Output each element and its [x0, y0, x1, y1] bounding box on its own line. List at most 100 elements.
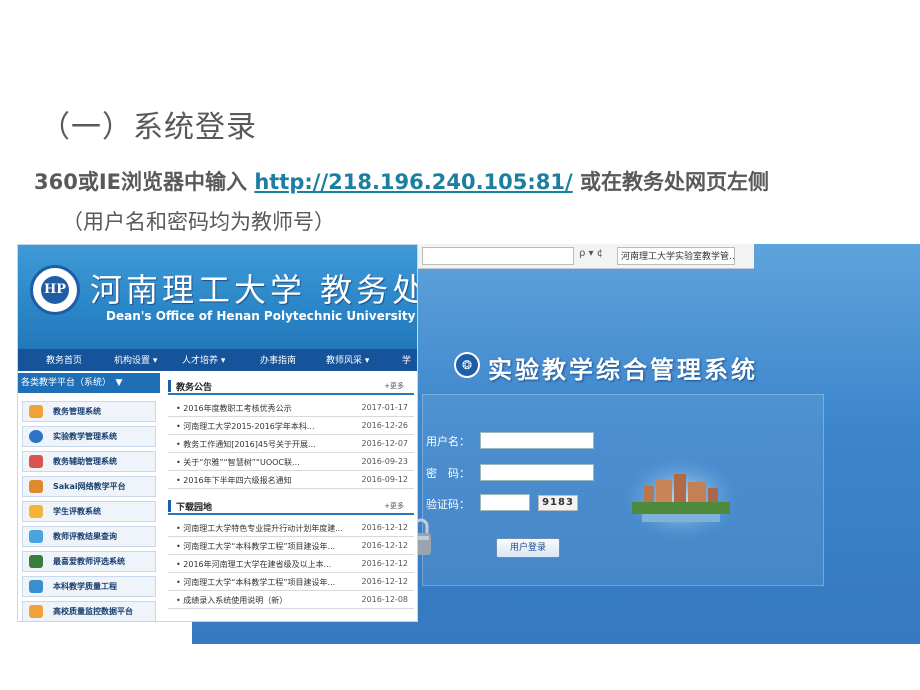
item-date: 2016-12-12	[361, 559, 409, 568]
item-date: 2016-12-08	[361, 595, 409, 604]
sidebar-item-eval-results[interactable]: 教师评教结果查询	[22, 526, 156, 547]
browser-tab[interactable]: 河南理工大学实验室教学管... ×	[617, 247, 735, 265]
tools-icon	[29, 455, 43, 468]
list-item[interactable]: • 河南理工大学“本科教学工程”项目建设年... 2016-12-12	[168, 539, 414, 555]
site-title-cn: 河南理工大学 教务处	[90, 271, 418, 309]
announcements-header: 教务公告 +更多	[168, 377, 414, 395]
instruction-suffix: 或在教务处网页左侧	[572, 170, 769, 194]
university-logo-icon: HP	[30, 265, 80, 315]
password-label: 密 码：	[426, 467, 470, 480]
item-date: 2016-09-23	[361, 457, 409, 466]
section-marker	[168, 380, 171, 392]
item-title: • 2016年下半年四六级报名通知	[176, 476, 292, 485]
item-date: 2016-12-26	[361, 421, 409, 430]
list-item[interactable]: • 成绩录入系统使用说明（新） 2016-12-08	[168, 593, 414, 609]
instruction-line: 360或IE浏览器中输入 http://218.196.240.105:81/ …	[34, 166, 769, 196]
list-item[interactable]: • 河南理工大学2015-2016学年本科... 2016-12-26	[168, 419, 414, 435]
monitor-icon	[29, 580, 43, 593]
address-bar-icons[interactable]: ρ ▾ ¢	[579, 248, 603, 259]
chart-icon	[29, 530, 43, 543]
news-area: 教务公告 +更多 • 2016年度教职工考核优秀公示 2017-01-17 • 河…	[168, 373, 416, 621]
sidebar-item-quality-project[interactable]: 本科教学质量工程	[22, 576, 156, 597]
password-input[interactable]	[480, 464, 594, 481]
people-icon	[29, 505, 43, 518]
system-name: 实验教学综合管理系统	[488, 355, 758, 384]
nav-teachers[interactable]: 教师风采 ▾	[326, 353, 369, 366]
system-logo-icon: ❂	[454, 352, 480, 378]
credentials-note: （用户名和密码均为教师号）	[62, 210, 335, 234]
item-title: • 2016年河南理工大学在建省级及以上本...	[176, 560, 332, 569]
announcements-title: 教务公告	[176, 383, 213, 393]
deans-office-screenshot: HP 河南理工大学 教务处 Dean's Office of Henan Pol…	[17, 244, 418, 622]
nav-guide[interactable]: 办事指南	[260, 353, 296, 366]
main-nav: 教务首页 机构设置 ▾ 人才培养 ▾ 办事指南 教师风采 ▾ 学	[18, 349, 417, 371]
sidebar-item-label: Sakai网络教学平台	[53, 482, 126, 491]
username-label: 用户名：	[426, 435, 470, 448]
login-button[interactable]: 用户登录	[496, 538, 560, 558]
sidebar-item-label: 本科教学质量工程	[53, 582, 117, 591]
slide-title: （一）系统登录	[40, 110, 257, 145]
sidebar-item-assist-system[interactable]: 教务辅助管理系统	[22, 451, 156, 472]
section-marker	[168, 500, 171, 512]
item-title: • 河南理工大学“本科教学工程”项目建设年...	[176, 542, 336, 551]
sidebar-item-label: 最喜爱教师评选系统	[53, 557, 125, 566]
item-title: • 河南理工大学特色专业提升行动计划年度建...	[176, 524, 343, 533]
item-title: • 河南理工大学2015-2016学年本科...	[176, 422, 315, 431]
address-bar[interactable]	[422, 247, 574, 265]
captcha-label: 验证码：	[426, 498, 470, 511]
item-title: • 成绩录入系统使用说明（新）	[176, 596, 288, 605]
item-title: • 2016年度教职工考核优秀公示	[176, 404, 292, 413]
downloads-title: 下载园地	[176, 503, 213, 513]
book-icon	[29, 555, 43, 568]
nav-home[interactable]: 教务首页	[46, 353, 82, 366]
sidebar-item-label: 高校质量监控数据平台	[53, 607, 133, 616]
sidebar-item-sakai[interactable]: Sakai网络教学平台	[22, 476, 156, 497]
nav-more[interactable]: 学	[402, 353, 411, 366]
item-date: 2016-12-12	[361, 577, 409, 586]
nav-training[interactable]: 人才培养 ▾	[182, 353, 225, 366]
list-item[interactable]: • 河南理工大学特色专业提升行动计划年度建... 2016-12-12	[168, 521, 414, 537]
globe-icon	[29, 430, 43, 443]
sidebar-item-label: 实验教学管理系统	[53, 432, 117, 441]
system-url-link[interactable]: http://218.196.240.105:81/	[254, 170, 572, 194]
sidebar-item-academic-system[interactable]: 教务管理系统	[22, 401, 156, 422]
item-date: 2016-12-12	[361, 541, 409, 550]
item-title: • 教务工作通知[2016]45号关于开展...	[176, 440, 316, 449]
sidebar-item-quality-monitor[interactable]: 高校质量监控数据平台	[22, 601, 156, 621]
list-item[interactable]: • 2016年下半年四六级报名通知 2016-09-12	[168, 473, 414, 489]
captcha-input[interactable]	[480, 494, 530, 511]
item-date: 2016-09-12	[361, 475, 409, 484]
site-title-en: Dean's Office of Henan Polytechnic Unive…	[106, 309, 416, 323]
instruction-prefix: 360或IE浏览器中输入	[34, 170, 255, 194]
sidebar-item-lab-system[interactable]: 实验教学管理系统	[22, 426, 156, 447]
list-item[interactable]: • 教务工作通知[2016]45号关于开展... 2016-12-07	[168, 437, 414, 453]
item-date: 2017-01-17	[361, 403, 409, 412]
sidebar-item-label: 教务管理系统	[53, 407, 101, 416]
list-item[interactable]: • 2016年河南理工大学在建省级及以上本... 2016-12-12	[168, 557, 414, 573]
list-item[interactable]: • 2016年度教职工考核优秀公示 2017-01-17	[168, 401, 414, 417]
item-title: • 河南理工大学“本科教学工程”项目建设年...	[176, 578, 336, 587]
logo-emblem: HP	[41, 276, 69, 304]
sidebar-item-label: 教务辅助管理系统	[53, 457, 117, 466]
list-item[interactable]: • 关于“尔雅”“智慧树”“UOOC联... 2016-09-23	[168, 455, 414, 471]
sidebar-item-favorite-teacher[interactable]: 最喜爱教师评选系统	[22, 551, 156, 572]
nav-organization[interactable]: 机构设置 ▾	[114, 353, 157, 366]
item-date: 2016-12-07	[361, 439, 409, 448]
sidebar-item-label: 学生评教系统	[53, 507, 101, 516]
item-date: 2016-12-12	[361, 523, 409, 532]
downloads-header: 下载园地 +更多	[168, 497, 414, 515]
platform-sidebar: 各类教学平台（系统） ▼ 教务管理系统 实验教学管理系统 教务辅助管理系统 Sa…	[18, 373, 160, 621]
campus-image	[623, 457, 739, 541]
pencil-icon	[29, 405, 43, 418]
figure-icon	[29, 605, 43, 618]
sidebar-item-student-eval[interactable]: 学生评教系统	[22, 501, 156, 522]
username-input[interactable]	[480, 432, 594, 449]
downloads-more-link[interactable]: +更多	[384, 501, 404, 511]
sidebar-header[interactable]: 各类教学平台（系统） ▼	[18, 373, 160, 393]
site-banner: HP 河南理工大学 教务处 Dean's Office of Henan Pol…	[18, 245, 418, 349]
list-item[interactable]: • 河南理工大学“本科教学工程”项目建设年... 2016-12-12	[168, 575, 414, 591]
announcements-more-link[interactable]: +更多	[384, 381, 404, 391]
item-title: • 关于“尔雅”“智慧树”“UOOC联...	[176, 458, 300, 467]
captcha-image[interactable]: 9183	[538, 495, 578, 511]
sidebar-item-label: 教师评教结果查询	[53, 532, 117, 541]
